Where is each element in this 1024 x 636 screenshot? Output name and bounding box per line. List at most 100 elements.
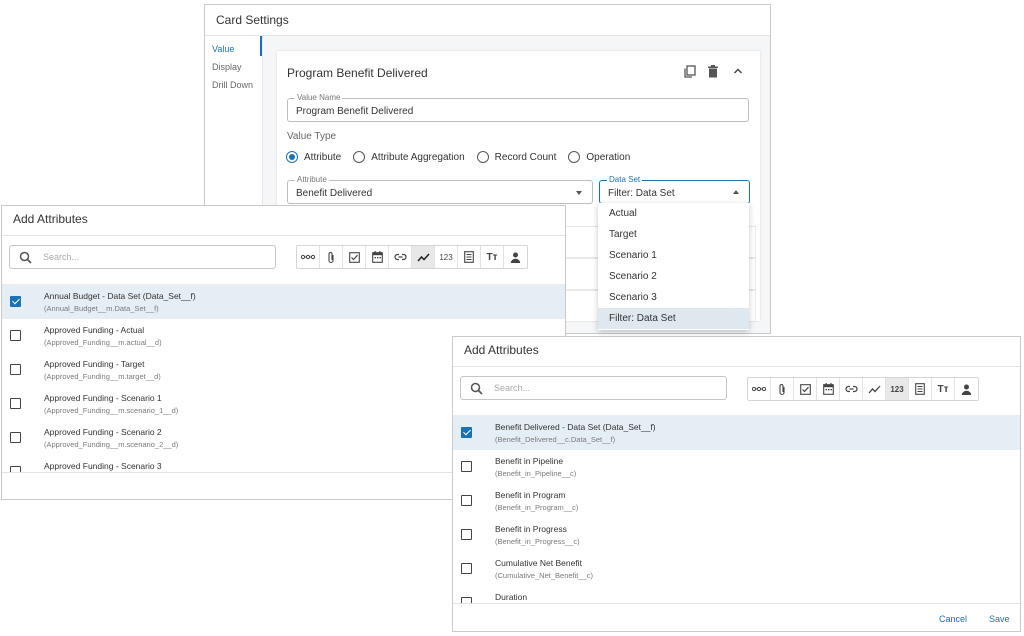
data-set-option-scenario-2[interactable]: Scenario 2	[598, 266, 749, 287]
number-icon[interactable]: 123	[435, 246, 458, 268]
dialog-title: Add Attributes	[13, 212, 88, 226]
cancel-button[interactable]: Cancel	[939, 614, 967, 624]
list-icon[interactable]	[909, 378, 932, 400]
search-placeholder: Search...	[494, 383, 531, 393]
search-icon	[470, 382, 483, 395]
data-set-option-target[interactable]: Target	[598, 224, 749, 245]
attribute-name: Duration	[495, 592, 528, 602]
search-input[interactable]: Search...	[460, 376, 727, 400]
list-item[interactable]: Benefit in Progress (Benefit_in_Progress…	[453, 518, 1020, 552]
delete-icon[interactable]	[706, 64, 720, 78]
list-item[interactable]: Cumulative Net Benefit (Cumulative_Net_B…	[453, 552, 1020, 586]
attachment-icon[interactable]	[320, 246, 343, 268]
search-icon	[19, 251, 32, 264]
checkbox[interactable]	[461, 529, 472, 540]
radio-button[interactable]	[568, 151, 581, 163]
radio-attribute[interactable]: Attribute	[286, 151, 341, 163]
attribute-api-name: (Annual_Budget__m.Data_Set__f)	[44, 304, 159, 313]
attribute-name: Benefit in Progress	[495, 524, 567, 534]
radio-label: Record Count	[494, 151, 557, 163]
radio-label: Operation	[586, 151, 631, 163]
divider	[453, 603, 1020, 604]
attribute-name: Benefit in Program	[495, 490, 566, 500]
attribute-api-name: (Approved_Funding__m.actual__d)	[44, 338, 162, 347]
search-input[interactable]: Search...	[9, 245, 276, 269]
data-set-value: Filter: Data Set	[608, 188, 675, 199]
radio-record-count[interactable]: Record Count	[476, 151, 557, 163]
trend-icon[interactable]	[863, 378, 886, 400]
active-tab-indicator	[260, 36, 262, 56]
chevron-up-icon[interactable]	[731, 64, 745, 78]
calendar-icon[interactable]	[817, 378, 840, 400]
data-set-dropdown-menu: Actual Target Scenario 1 Scenario 2 Scen…	[598, 203, 749, 330]
list-item[interactable]: Duration	[453, 586, 1020, 603]
data-set-select[interactable]: Data Set Filter: Data Set	[599, 175, 750, 204]
radio-label: Attribute	[304, 151, 342, 163]
attribute-name: Approved Funding - Target	[44, 359, 145, 369]
copy-icon[interactable]	[682, 64, 696, 78]
list-item[interactable]: Benefit Delivered - Data Set (Data_Set__…	[453, 416, 1020, 450]
save-button[interactable]: Save	[989, 614, 1010, 624]
radio-attribute-aggregation[interactable]: Attribute Aggregation	[353, 151, 465, 163]
radio-button[interactable]	[286, 151, 298, 163]
attachment-icon[interactable]	[771, 378, 794, 400]
data-set-option-scenario-1[interactable]: Scenario 1	[598, 245, 749, 266]
attribute-name: Approved Funding - Scenario 3	[44, 461, 162, 471]
lookup-icon[interactable]	[748, 378, 771, 400]
link-icon[interactable]	[840, 378, 863, 400]
list-item[interactable]: Benefit in Pipeline (Benefit_in_Pipeline…	[453, 450, 1020, 484]
caret-down-icon	[576, 191, 582, 195]
radio-button[interactable]	[353, 151, 366, 163]
checkbox[interactable]	[10, 296, 21, 307]
checkbox[interactable]	[461, 461, 472, 472]
tab-display[interactable]: Display	[212, 62, 242, 72]
attribute-api-name: (Approved_Funding__m.target__d)	[44, 372, 161, 381]
trend-icon[interactable]	[412, 246, 435, 268]
attribute-list: Benefit Delivered - Data Set (Data_Set__…	[453, 415, 1020, 603]
checkbox[interactable]	[461, 427, 472, 438]
tab-value[interactable]: Value	[212, 44, 234, 54]
user-icon[interactable]	[504, 246, 527, 268]
data-set-option-filter[interactable]: Filter: Data Set	[598, 308, 749, 329]
attribute-api-name: (Cumulative_Net_Benefit__c)	[495, 571, 593, 580]
checkbox[interactable]	[461, 563, 472, 574]
value-type-radio-group: Attribute Attribute Aggregation Record C…	[286, 151, 642, 163]
checkbox[interactable]	[10, 330, 21, 341]
attribute-name: Cumulative Net Benefit	[495, 558, 582, 568]
lookup-icon[interactable]	[297, 246, 320, 268]
value-type-label: Value Type	[287, 131, 337, 142]
checkbox[interactable]	[10, 364, 21, 375]
attribute-name: Annual Budget - Data Set (Data_Set__f)	[44, 291, 196, 301]
data-set-option-scenario-3[interactable]: Scenario 3	[598, 287, 749, 308]
user-icon[interactable]	[955, 378, 978, 400]
checkbox[interactable]	[461, 495, 472, 506]
list-item[interactable]: Benefit in Program (Benefit_in_Program__…	[453, 484, 1020, 518]
add-attributes-dialog-right: Add Attributes Search... 123 Tт Benefit …	[452, 336, 1021, 632]
calendar-icon[interactable]	[366, 246, 389, 268]
attribute-name: Benefit Delivered - Data Set (Data_Set__…	[495, 422, 656, 432]
list-icon[interactable]	[458, 246, 481, 268]
tab-drill-down[interactable]: Drill Down	[212, 80, 253, 90]
attribute-name: Approved Funding - Actual	[44, 325, 145, 335]
value-name-field[interactable]: Value Name Program Benefit Delivered	[287, 93, 749, 122]
radio-button[interactable]	[476, 151, 489, 163]
checkbox[interactable]	[10, 432, 21, 443]
link-icon[interactable]	[389, 246, 412, 268]
checkbox-icon[interactable]	[794, 378, 817, 400]
checkbox[interactable]	[10, 398, 21, 409]
attribute-select[interactable]: Attribute Benefit Delivered	[287, 175, 593, 204]
attribute-api-name: (Benefit_in_Pipeline__c)	[495, 469, 577, 478]
data-set-option-actual[interactable]: Actual	[598, 203, 749, 224]
search-placeholder: Search...	[43, 252, 80, 262]
number-icon[interactable]: 123	[886, 378, 909, 400]
text-icon[interactable]: Tт	[932, 378, 955, 400]
radio-label: Attribute Aggregation	[371, 151, 465, 163]
list-item[interactable]: Annual Budget - Data Set (Data_Set__f) (…	[2, 285, 565, 319]
value-card-title: Program Benefit Delivered	[287, 66, 428, 80]
checkbox-icon[interactable]	[343, 246, 366, 268]
radio-operation[interactable]: Operation	[568, 151, 630, 163]
attribute-type-filter-toolbar: 123 Tт	[296, 245, 528, 269]
attribute-label: Attribute	[295, 175, 329, 185]
text-icon[interactable]: Tт	[481, 246, 504, 268]
attribute-api-name: (Approved_Funding__m.scenario_1__d)	[44, 406, 179, 415]
